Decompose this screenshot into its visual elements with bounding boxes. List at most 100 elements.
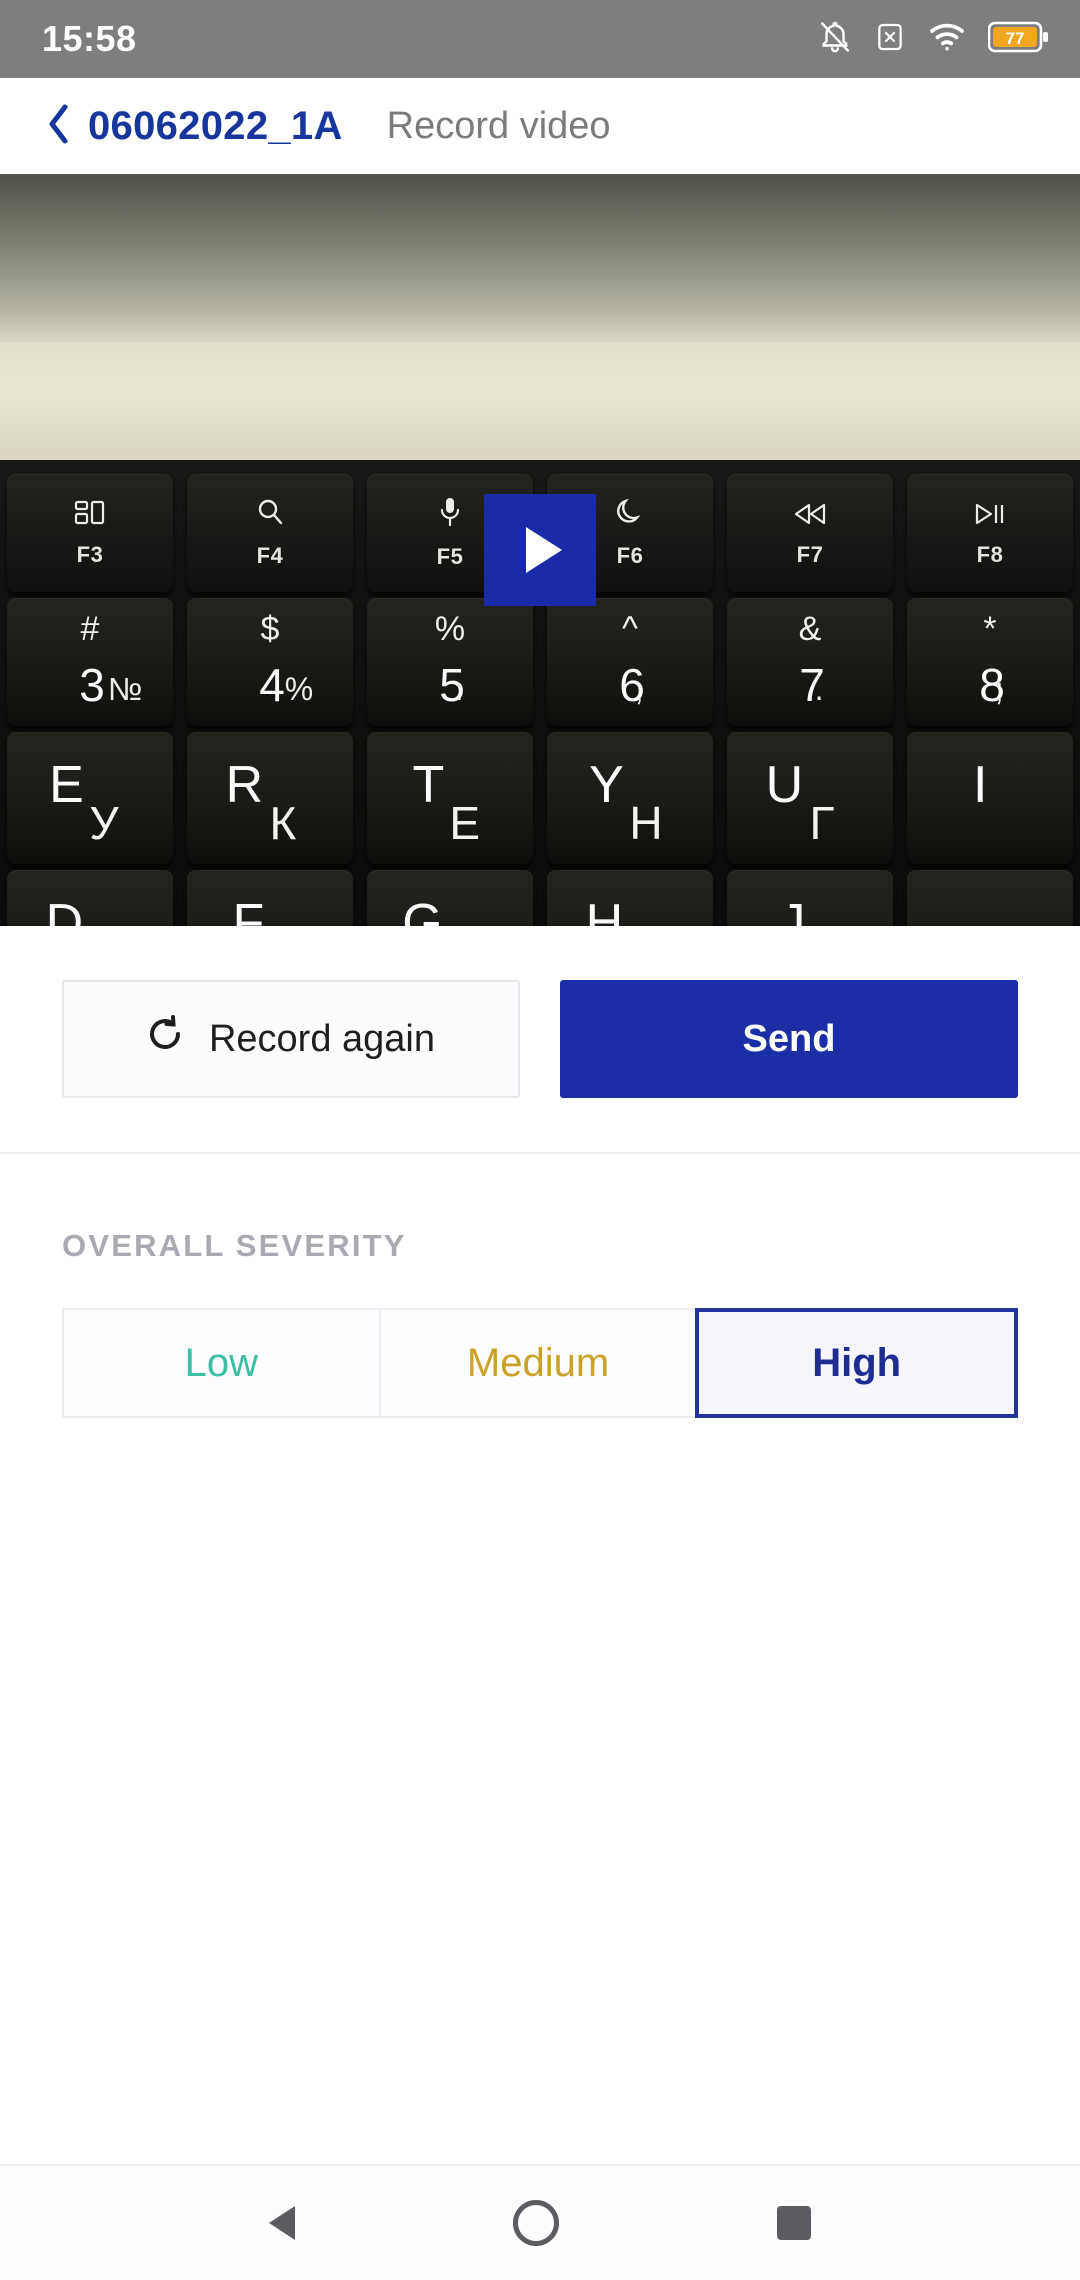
keyboard-number-row: # 3 № $ 4 % % 5 : ^ 6 , & 7 . * 8 ; [0,598,1080,726]
nav-back-button[interactable] [269,2206,295,2240]
key-label-f4: F4 [256,543,284,568]
sim-card-x-icon [874,19,906,60]
severity-segmented-control: Low Medium High [62,1308,1019,1418]
key-latin-label: F [232,893,265,926]
laptop-lid-band [0,174,1080,342]
key-alt-label: % [284,671,314,707]
key-latin-label: R [225,755,264,814]
key-f8: F8 [907,474,1073,592]
key-u: U Г [727,732,893,864]
key-t: T Е [367,732,533,864]
send-button[interactable]: Send [560,980,1018,1098]
key-3: # 3 № [7,598,173,726]
key-r: R К [187,732,353,864]
key-k [907,870,1073,926]
back-label: 06062022_1A [88,103,343,148]
key-main-label: 3 [79,659,105,711]
key-d: D В [7,870,173,926]
bell-muted-icon [818,18,852,61]
key-upper-label: $ [260,610,280,648]
severity-option-medium-label: Medium [466,1340,610,1385]
key-upper-label: & [798,610,822,648]
key-latin-label: G [402,893,443,926]
microphone-icon [437,496,463,534]
key-label-f3: F3 [76,542,104,567]
key-latin-label: J [779,893,806,926]
mission-control-icon [74,498,106,532]
key-latin-label: U [765,755,804,814]
send-label: Send [742,1017,836,1060]
key-alt-label: : [454,671,464,707]
severity-option-low[interactable]: Low [62,1308,381,1418]
key-f7: F7 [727,474,893,592]
key-cyrillic-label: Е [449,796,481,849]
battery-icon: 77 [987,20,1050,59]
wifi-icon [928,21,966,58]
severity-section-label: OVERALL SEVERITY [62,1228,407,1263]
back-button[interactable]: 06062022_1A [46,102,343,151]
key-upper-label: ^ [622,610,638,648]
search-icon [255,497,285,533]
key-cyrillic-label: К [269,796,297,849]
key-latin-label: E [49,755,84,814]
system-nav-bar [0,2164,1080,2280]
keyboard-letter-row-1: E У R К T Е Y Н U Г I [0,732,1080,864]
video-preview[interactable]: F3 F4 F5 F6 F7 F8 # 3 № $ 4 % % 5: ^ 6 … [0,174,1080,926]
key-f3: F3 [7,474,173,592]
key-latin-label: I [972,755,988,814]
keyboard-letter-row-2: D В F А G П H Р J О [0,870,1080,926]
key-latin-label: H [585,893,624,926]
refresh-icon [147,1014,185,1064]
key-main-label: 4 [259,659,285,711]
key-cyrillic-label: Н [629,796,663,849]
key-7: & 7 . [727,598,893,726]
severity-option-high[interactable]: High [695,1308,1019,1418]
key-label-f6: F6 [616,543,644,568]
play-pause-icon [973,498,1007,532]
key-y: Y Н [547,732,713,864]
nav-recents-button[interactable] [777,2206,811,2240]
key-e: E У [7,732,173,864]
key-6: ^ 6 , [547,598,713,726]
moon-icon [616,497,644,533]
key-f: F А [187,870,353,926]
key-5: % 5 : [367,598,533,726]
severity-section: OVERALL SEVERITY Low Medium High [0,1154,1080,2164]
status-bar-clock: 15:58 [42,18,137,59]
status-bar: 15:58 77 [0,0,1080,78]
key-j: J О [727,870,893,926]
key-f4: F4 [187,474,353,592]
key-alt-label: № [107,671,143,707]
play-button[interactable] [484,494,596,606]
severity-option-low-label: Low [184,1340,259,1385]
back-triangle-icon [269,2206,295,2240]
rewind-icon [793,498,827,532]
severity-option-high-label: High [812,1340,902,1385]
app-screen: 15:58 77 06062022_1A Record video F3 F4 … [0,0,1080,2280]
key-i: I [907,732,1073,864]
key-upper-label: # [80,610,100,648]
chevron-left-icon [46,102,72,151]
record-again-label: Record again [208,1017,436,1060]
recents-square-icon [777,2206,811,2240]
key-upper-label: * [983,610,997,648]
key-g: G П [367,870,533,926]
battery-level: 77 [1006,29,1025,48]
key-alt-label: . [814,671,824,707]
record-again-button[interactable]: Record again [62,980,520,1098]
status-bar-icons: 77 [818,18,1050,61]
key-latin-label: Y [589,755,624,814]
key-label-f7: F7 [796,542,824,567]
home-circle-icon [513,2200,559,2246]
severity-option-medium[interactable]: Medium [378,1308,698,1418]
nav-home-button[interactable] [513,2200,559,2246]
key-8: * 8 ; [907,598,1073,726]
play-triangle-icon [526,527,562,573]
app-header: 06062022_1A Record video [0,78,1080,174]
key-4: $ 4 % [187,598,353,726]
key-label-f8: F8 [976,542,1004,567]
key-latin-label: D [45,893,84,926]
key-alt-label: ; [994,671,1004,707]
laptop-hinge-strip [0,342,1080,460]
key-latin-label: T [412,755,445,814]
